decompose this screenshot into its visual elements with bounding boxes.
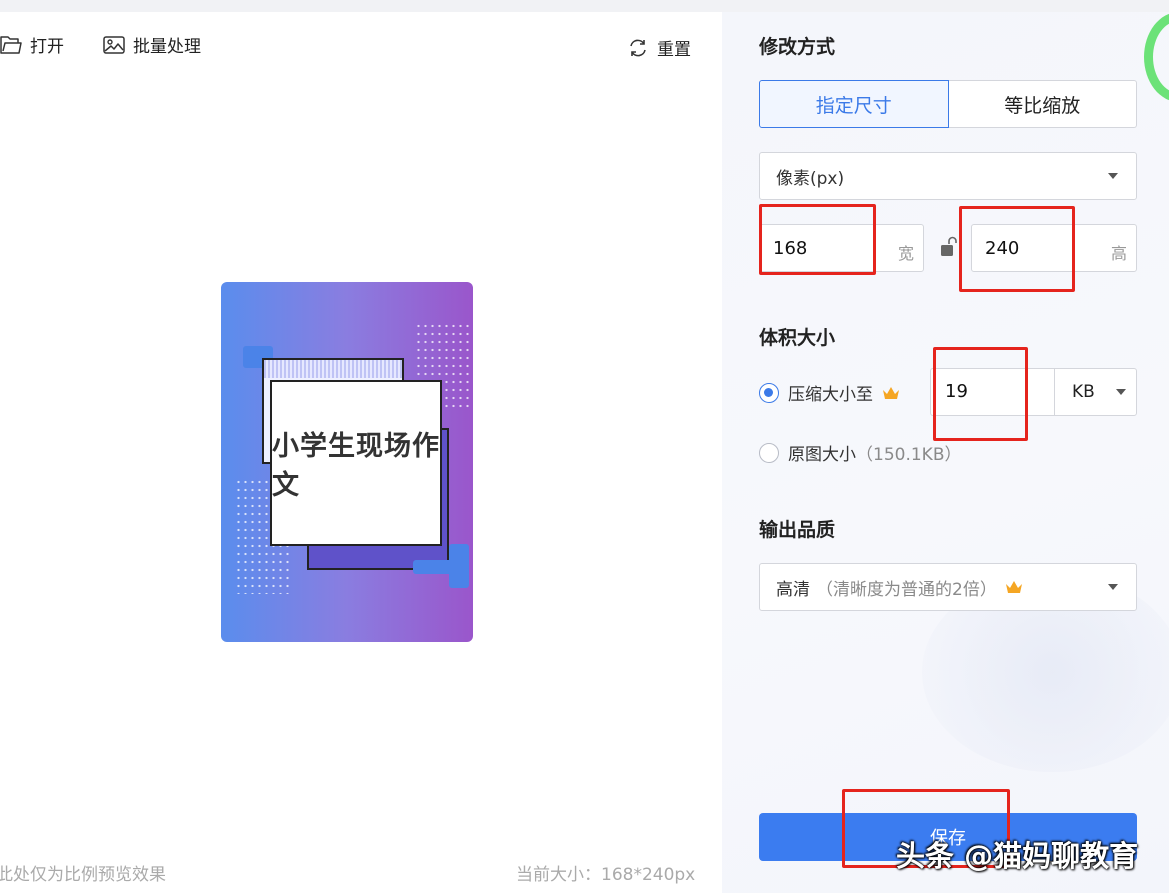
reset-button[interactable]: 重置 [627,35,691,60]
refresh-icon [630,39,646,56]
original-label: 原图大小 [788,445,856,465]
tab-fixed-size[interactable]: 指定尺寸 [759,80,949,128]
watermark: 头条 @猫妈聊教育 [896,839,1139,873]
preview-note: 此处仅为比例预览效果 [0,865,166,885]
volume-title: 体积大小 [759,327,836,349]
compress-label: 压缩大小至 [788,385,873,405]
reset-label: 重置 [657,40,691,60]
settings-panel: 修改方式 指定尺寸 等比缩放 像素(px) 168 宽 240 高 体积大小 压… [722,12,1169,893]
chevron-down-icon [1108,584,1118,590]
chevron-down-icon [1116,389,1126,395]
current-size: 当前大小：168*240px [516,865,696,885]
unlock-icon[interactable] [940,236,958,258]
folder-icon [0,35,22,54]
decor-block [449,544,469,588]
crown-icon [883,386,899,399]
width-suffix: 宽 [897,244,914,263]
chevron-down-icon [1108,173,1118,179]
preview-image-text: 小学生现场作文 [272,431,440,501]
mode-switch: 指定尺寸 等比缩放 [759,80,1137,128]
compress-radio[interactable] [759,382,779,403]
decor-ring [1144,12,1169,102]
width-value: 168 [773,238,808,259]
open-label: 打开 [30,37,64,57]
image-icon [103,35,125,54]
original-option[interactable]: 原图大小 （150.1KB） [759,440,961,465]
batch-button[interactable]: 批量处理 [103,32,201,57]
height-input[interactable]: 240 高 [971,224,1137,272]
crown-icon [1005,581,1022,593]
size-unit-value: KB [1072,382,1095,402]
quality-title: 输出品质 [759,519,836,541]
batch-label: 批量处理 [133,37,201,57]
original-radio[interactable] [759,442,779,463]
unit-select[interactable]: 像素(px) [759,152,1137,200]
height-suffix: 高 [1110,244,1127,263]
target-size-value: 19 [945,381,968,402]
quality-select[interactable]: 高清 （清晰度为普通的2倍） [759,563,1137,611]
mode-title: 修改方式 [759,36,836,58]
preview-panel: 打开 批量处理 重置 小学生现场作文 此处仅为比例预览效果 当前大小：168*2… [0,12,722,893]
unit-select-value: 像素(px) [776,168,845,189]
compress-option[interactable]: 压缩大小至 [759,380,900,405]
quality-hint: （清晰度为普通的2倍） [816,579,997,600]
target-size-input[interactable]: 19 [930,368,1055,416]
quality-value: 高清 [776,579,810,600]
preview-title-card: 小学生现场作文 [270,380,442,546]
width-input[interactable]: 168 宽 [759,224,924,272]
image-preview: 小学生现场作文 [221,282,473,642]
tab-proportional-scale[interactable]: 等比缩放 [948,80,1137,128]
size-unit-select[interactable]: KB [1054,368,1137,416]
original-size: （150.1KB） [856,445,962,465]
height-value: 240 [985,238,1020,259]
top-strip [0,0,1169,12]
open-button[interactable]: 打开 [0,32,64,57]
